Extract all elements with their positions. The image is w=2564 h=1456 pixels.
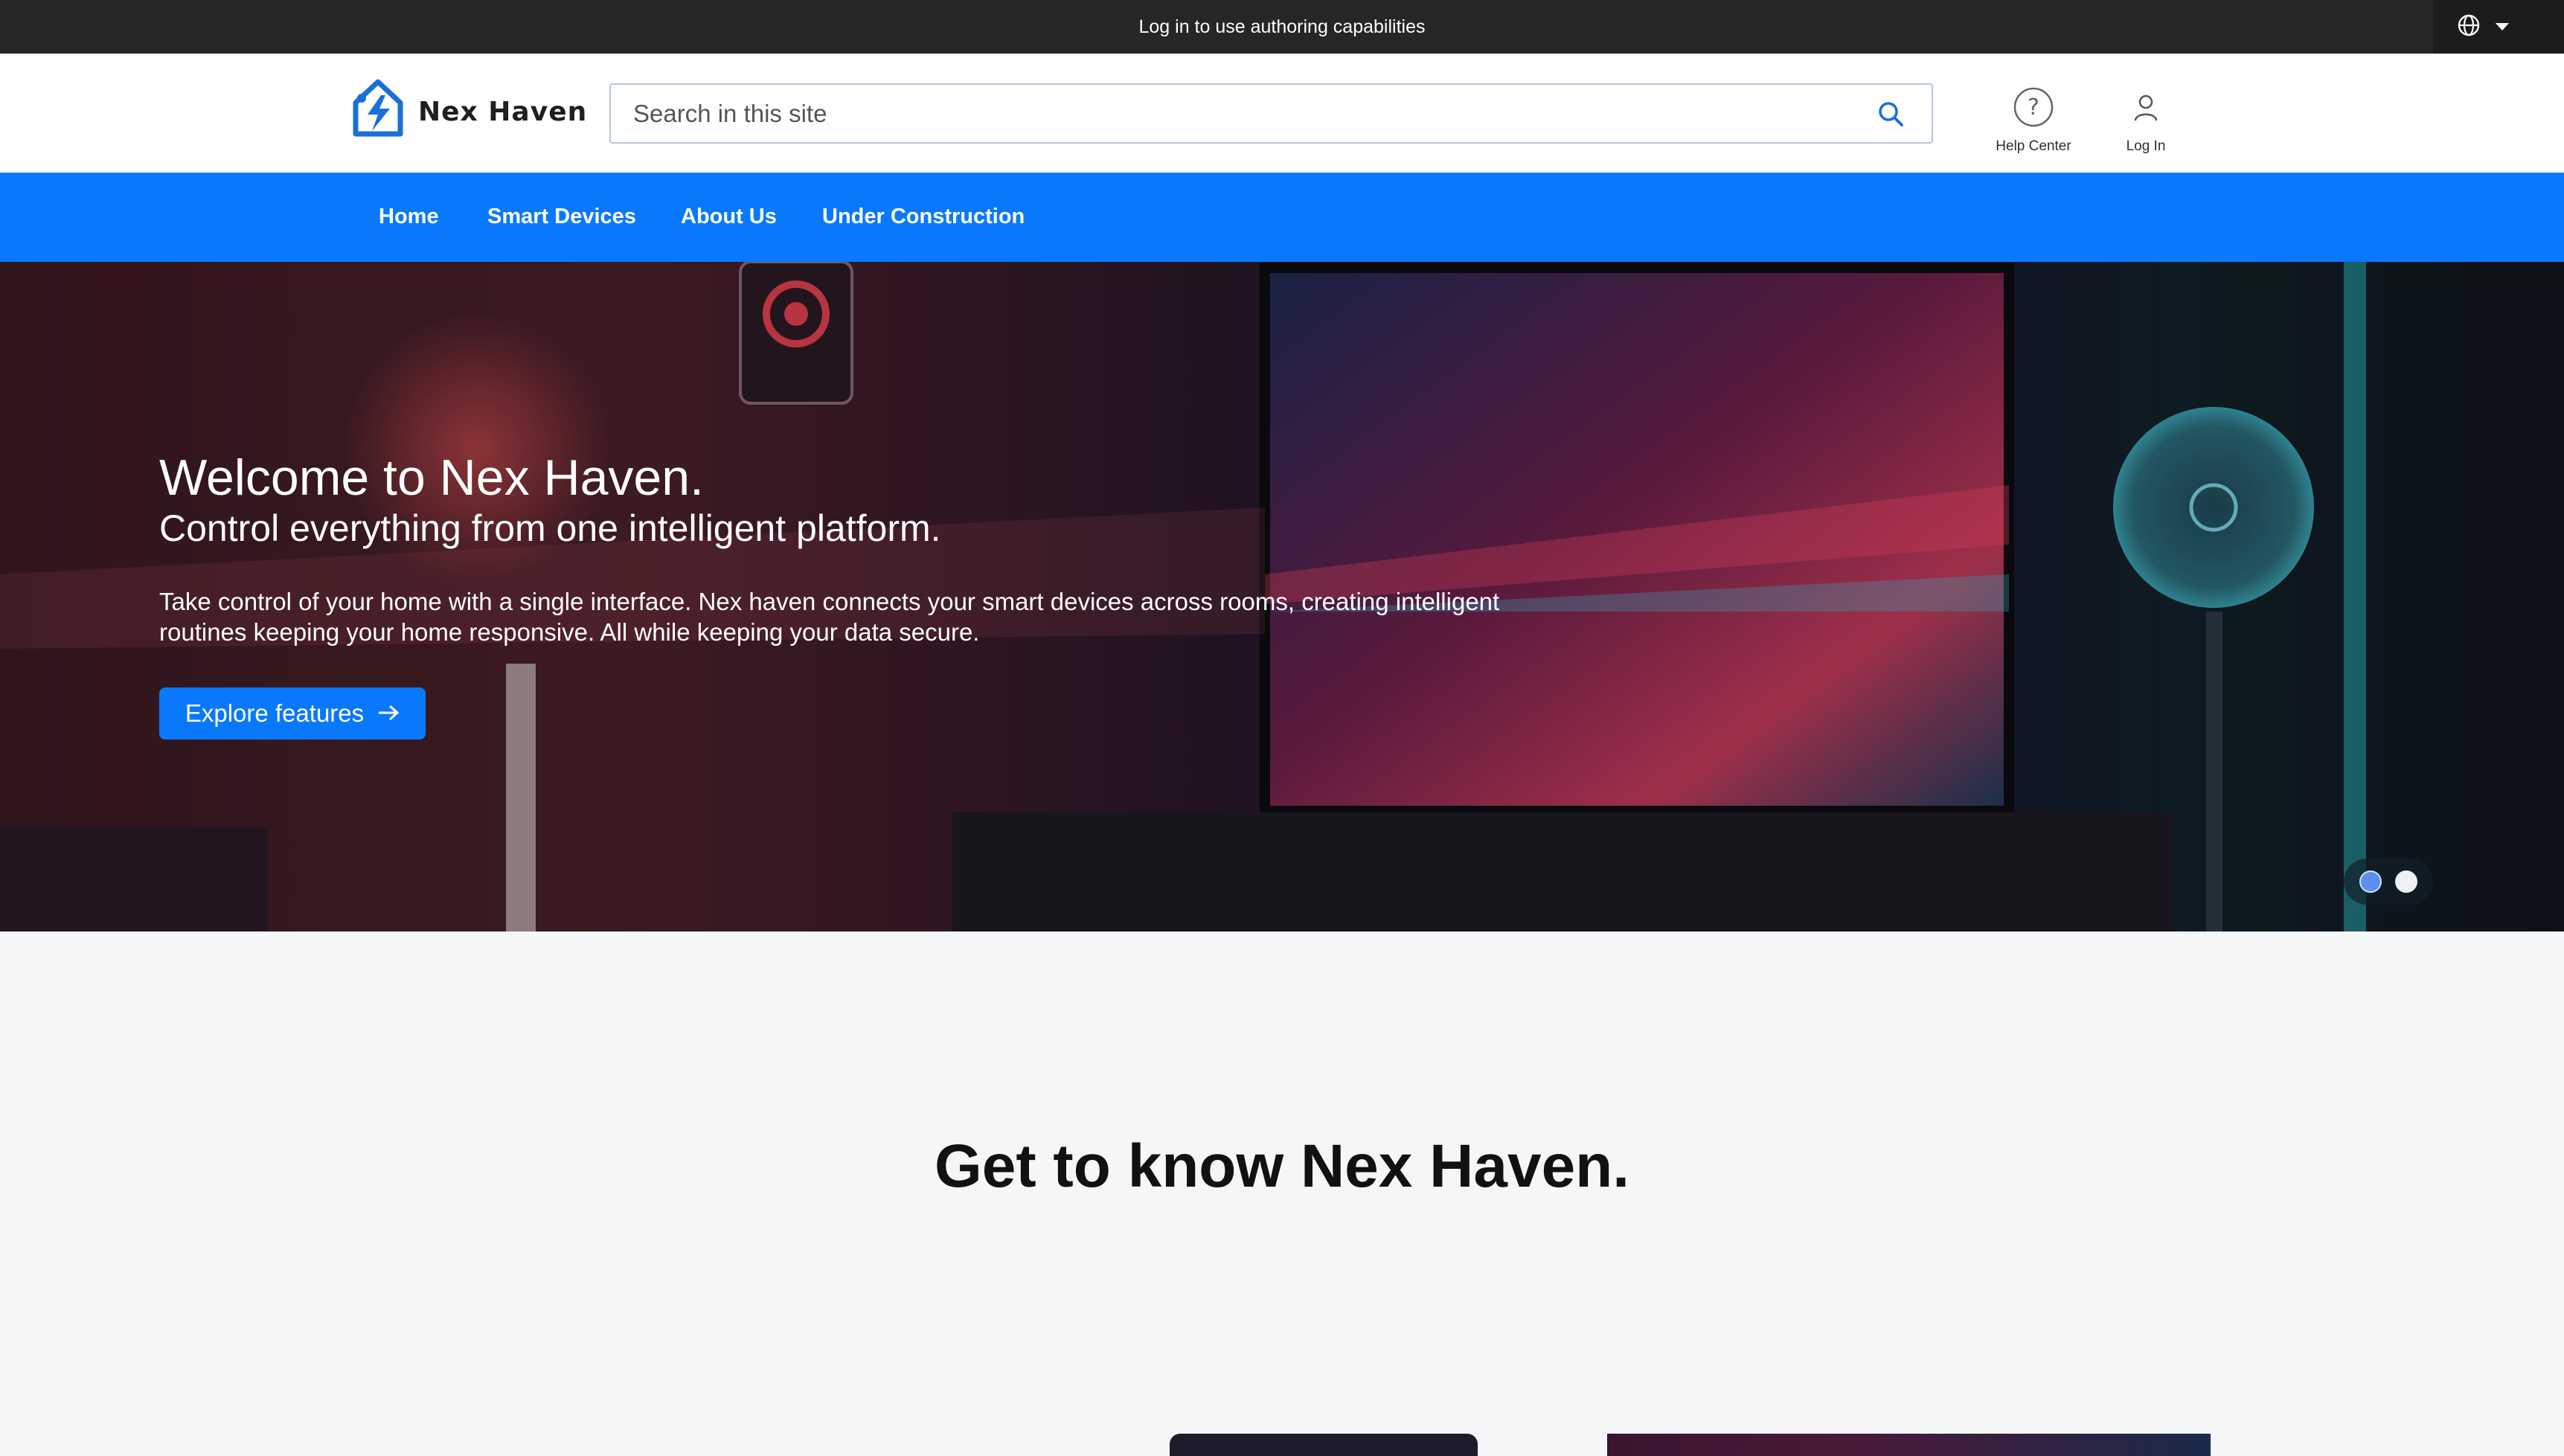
nav-item-smart-devices[interactable]: Smart Devices — [487, 204, 636, 229]
svg-text:?: ? — [2028, 94, 2039, 121]
feature-card-preview[interactable] — [1170, 1434, 1478, 1456]
nav-item-under-construction[interactable]: Under Construction — [822, 204, 1025, 229]
nav-item-home[interactable]: Home — [379, 204, 439, 229]
hero-subtitle: Control everything from one intelligent … — [159, 507, 941, 549]
search-icon[interactable] — [1876, 99, 1906, 132]
authoring-banner: Log in to use authoring capabilities — [0, 0, 2564, 54]
globe-icon — [2457, 13, 2481, 41]
house-bolt-icon — [350, 76, 406, 148]
section-title: Get to know Nex Haven. — [934, 1132, 1630, 1200]
hero-title: Welcome to Nex Haven. — [159, 449, 704, 506]
logo-text: Nex Haven — [418, 97, 588, 127]
hero-carousel: Welcome to Nex Haven. Control everything… — [0, 262, 2564, 931]
chevron-down-icon — [2496, 23, 2509, 31]
hero-description-line-2: routines keeping your home responsive. A… — [159, 618, 980, 646]
explore-features-label: Explore features — [185, 699, 365, 727]
authoring-message: Log in to use authoring capabilities — [1138, 16, 1426, 37]
language-selector[interactable] — [2433, 0, 2564, 54]
question-circle-icon: ? — [2013, 86, 2054, 132]
search-input[interactable] — [633, 92, 1839, 135]
carousel-dot-2[interactable] — [2395, 870, 2417, 893]
arrow-right-icon — [377, 699, 400, 728]
login-label: Log In — [2126, 138, 2166, 154]
explore-features-button[interactable]: Explore features — [159, 687, 426, 740]
help-center-label: Help Center — [1996, 138, 2071, 154]
site-header: Nex Haven ? Help Center — [0, 54, 2564, 173]
site-logo[interactable]: Nex Haven — [350, 76, 587, 148]
search-box[interactable] — [609, 83, 1933, 144]
carousel-dot-1[interactable] — [2359, 870, 2382, 893]
carousel-indicators — [2344, 859, 2433, 905]
help-center-button[interactable]: ? Help Center — [1978, 86, 2089, 155]
hero-description: Take control of your home with a single … — [159, 586, 1573, 647]
hero-content: Welcome to Nex Haven. Control everything… — [159, 448, 1573, 647]
hero-description-line-1: Take control of your home with a single … — [159, 588, 1500, 615]
feature-image-preview — [1607, 1434, 2211, 1456]
login-button[interactable]: Log In — [2090, 88, 2202, 155]
nav-item-about-us[interactable]: About Us — [681, 204, 777, 229]
user-icon — [2132, 92, 2159, 126]
main-nav: Home Smart Devices About Us Under Constr… — [0, 173, 2564, 262]
